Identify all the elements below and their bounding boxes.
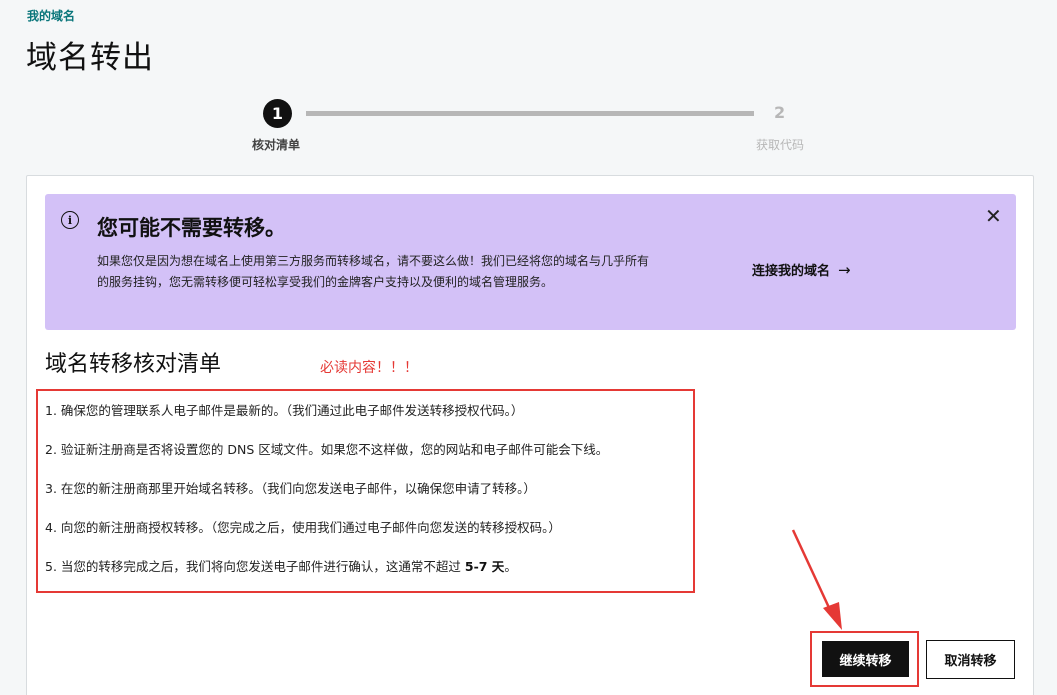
- checklist-item: 4. 向您的新注册商授权转移。（您完成之后，使用我们通过电子邮件向您发送的转移授…: [45, 520, 561, 535]
- breadcrumb[interactable]: 我的域名: [27, 7, 75, 24]
- close-icon[interactable]: ✕: [985, 206, 1002, 226]
- annotation-arrow: [791, 529, 842, 630]
- checklist-box: 1. 确保您的管理联系人电子邮件是最新的。（我们通过此电子邮件发送转移授权代码。…: [36, 389, 695, 593]
- annotation-text: 必读内容！！！: [320, 360, 418, 376]
- info-banner: i 您可能不需要转移。 如果您仅是因为想在域名上使用第三方服务而转移域名，请不要…: [45, 194, 1016, 330]
- checklist-item-5-end: 。: [504, 559, 517, 574]
- page-title: 域名转出: [26, 40, 154, 76]
- step-1-indicator: 1: [263, 99, 292, 128]
- info-icon: i: [61, 211, 79, 229]
- checklist-item-5-text: 5. 当您的转移完成之后，我们将向您发送电子邮件进行确认，这通常不超过: [45, 559, 465, 574]
- step-1-label: 核对清单: [252, 138, 301, 152]
- continue-transfer-button[interactable]: 继续转移: [822, 641, 909, 677]
- checklist-item-5-duration: 5-7 天: [464, 559, 505, 574]
- arrow-right-icon: →: [838, 260, 851, 279]
- checklist-item: 2. 验证新注册商是否将设置您的 DNS 区域文件。如果您不这样做，您的网站和电…: [45, 442, 609, 457]
- connect-domain-label: 连接我的域名: [752, 264, 831, 279]
- cancel-transfer-button[interactable]: 取消转移: [926, 640, 1015, 679]
- continue-highlight: 继续转移: [810, 631, 919, 687]
- step-2-label: 获取代码: [756, 138, 805, 152]
- checklist-item: 5. 当您的转移完成之后，我们将向您发送电子邮件进行确认，这通常不超过 5-7 …: [45, 556, 517, 575]
- transfer-card: i 您可能不需要转移。 如果您仅是因为想在域名上使用第三方服务而转移域名，请不要…: [26, 175, 1034, 695]
- checklist-title: 域名转移核对清单: [45, 352, 222, 377]
- banner-title: 您可能不需要转移。: [97, 216, 286, 240]
- checklist-item: 1. 确保您的管理联系人电子邮件是最新的。（我们通过此电子邮件发送转移授权代码。…: [45, 403, 524, 418]
- step-2-indicator: 2: [774, 103, 786, 122]
- banner-body: 如果您仅是因为想在域名上使用第三方服务而转移域名，请不要这么做！我们已经将您的域…: [97, 254, 650, 289]
- connect-domain-link[interactable]: 连接我的域名 →: [752, 260, 851, 280]
- step-progress-line: [306, 111, 754, 116]
- checklist-item: 3. 在您的新注册商那里开始域名转移。（我们向您发送电子邮件，以确保您申请了转移…: [45, 481, 536, 496]
